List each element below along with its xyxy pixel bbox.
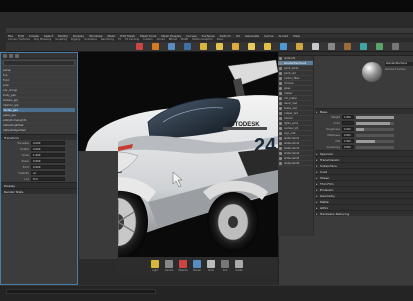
- attr-label: Visibility: [18, 171, 29, 175]
- material-name-field[interactable]: standardSurface1: [385, 62, 413, 66]
- outliner-item[interactable]: defaultObjectSet: [3, 128, 75, 133]
- material-header: standardSurface1 Standard Surface: [315, 56, 413, 112]
- settings-icon[interactable]: [168, 43, 175, 50]
- material-attr-field[interactable]: 1.000: [342, 115, 354, 119]
- light-icon[interactable]: [151, 260, 159, 268]
- material-attr-slider[interactable]: [356, 121, 394, 125]
- attr-field[interactable]: 0.000: [31, 165, 65, 169]
- bottom-dock: Light Camera Material Render Show Grid Isolate: [117, 257, 278, 275]
- ipr-icon[interactable]: [152, 43, 159, 50]
- shader-list: lambert1 standardSurface1 paint_white paint…: [278, 56, 314, 236]
- attr-field[interactable]: 0.000: [31, 159, 65, 163]
- material-attr-slider[interactable]: [356, 139, 394, 143]
- status-bar: [0, 285, 413, 301]
- material-attr-label: Metalness: [327, 133, 340, 137]
- window-titlebar: [0, 0, 413, 12]
- material-preview-swatch: [362, 62, 382, 82]
- material-attr-field[interactable]: [342, 121, 354, 125]
- light-icon[interactable]: [200, 43, 207, 50]
- dock-label: Grid: [222, 269, 228, 272]
- dock-label: Material: [178, 269, 188, 272]
- area-light-icon[interactable]: [216, 43, 223, 50]
- material-attr-field[interactable]: 0.000: [342, 133, 354, 137]
- material-type-label: Standard Surface: [385, 68, 406, 71]
- dock-label: Light: [152, 269, 158, 272]
- attr-section-header[interactable]: Render Stats: [1, 188, 77, 194]
- attr-label: Scale: [22, 153, 29, 157]
- display-icon[interactable]: [3, 54, 7, 58]
- outliner-toolbar: [1, 53, 77, 59]
- attr-label: Translate: [17, 141, 29, 145]
- material-section-header[interactable]: Base: [315, 108, 413, 115]
- isolate-icon[interactable]: [235, 260, 243, 268]
- grid-icon[interactable]: [221, 260, 229, 268]
- render-icon[interactable]: [136, 43, 143, 50]
- point-light-icon[interactable]: [248, 43, 255, 50]
- attr-field[interactable]: 0.000: [31, 147, 65, 151]
- toon-icon[interactable]: [360, 43, 367, 50]
- attr-label: Lod: [24, 177, 29, 181]
- skydome-icon[interactable]: [280, 43, 287, 50]
- shader-item[interactable]: aiStandard6: [278, 161, 313, 166]
- mesh-light-icon[interactable]: [312, 43, 319, 50]
- material-attr-slider[interactable]: [356, 133, 394, 137]
- help-icon[interactable]: [15, 54, 19, 58]
- volume-icon[interactable]: [376, 43, 383, 50]
- material-attr-slider[interactable]: [356, 145, 394, 149]
- hair-icon[interactable]: [344, 43, 351, 50]
- show-icon[interactable]: [207, 260, 215, 268]
- attribute-side-panel: [78, 151, 118, 259]
- material-icon[interactable]: [179, 260, 187, 268]
- material-attr-field[interactable]: 0.200: [342, 127, 354, 131]
- material-attr-label: Color: [333, 121, 340, 125]
- material-attr-field[interactable]: 0.000: [342, 145, 354, 149]
- show-icon[interactable]: [9, 54, 13, 58]
- spot-light-icon[interactable]: [232, 43, 239, 50]
- material-attr-label: Roughness: [326, 127, 340, 131]
- channel-box: Transform Translate 0.000 Rotate 0.000 Scale 1…: [1, 134, 77, 194]
- material-attr-slider[interactable]: [356, 115, 394, 119]
- attr-label: Pivot: [22, 165, 29, 169]
- attr-field[interactable]: 1.000: [31, 153, 65, 157]
- material-attr-slider[interactable]: [356, 127, 394, 131]
- dock-label: Show: [208, 269, 214, 272]
- dock-label: Render: [193, 269, 201, 272]
- app-frame: File Edit Create Select Modify Display Windows…: [0, 0, 413, 301]
- render-icon[interactable]: [193, 260, 201, 268]
- material-section-header[interactable]: Hardware Texturing: [315, 210, 413, 217]
- outliner-panel: persp top front side Car_Group body_geo whee…: [0, 52, 78, 285]
- camera-icon[interactable]: [165, 260, 173, 268]
- hypershade-icon[interactable]: [184, 43, 191, 50]
- material-attr-field[interactable]: 1.500: [342, 139, 354, 143]
- attr-field[interactable]: Full: [31, 177, 65, 181]
- outliner-search-input[interactable]: [3, 60, 75, 66]
- attr-label: Shear: [21, 159, 29, 163]
- car-brand-label: AUTODESK: [226, 122, 260, 128]
- standard-surface-icon[interactable]: [328, 43, 335, 50]
- outliner-tree: persp top front side Car_Group body_geo whee…: [1, 67, 77, 134]
- material-attr-label: IOR: [335, 139, 340, 143]
- attr-field[interactable]: on: [31, 171, 65, 175]
- dock-label: Camera: [164, 269, 174, 272]
- shelf: [6, 42, 413, 52]
- directional-light-icon[interactable]: [264, 43, 271, 50]
- material-attributes: BaseWeight1.000Color Roughness0.200Metaln…: [315, 108, 413, 217]
- photometric-icon[interactable]: [296, 43, 303, 50]
- material-attr-label: Weight: [331, 115, 340, 119]
- attr-field[interactable]: 0.000: [31, 141, 65, 145]
- flush-icon[interactable]: [392, 43, 399, 50]
- material-attr-label: Anisotropy: [326, 145, 340, 149]
- dock-label: Isolate: [235, 269, 243, 272]
- command-line[interactable]: [6, 289, 156, 294]
- attr-label: Rotate: [20, 147, 30, 151]
